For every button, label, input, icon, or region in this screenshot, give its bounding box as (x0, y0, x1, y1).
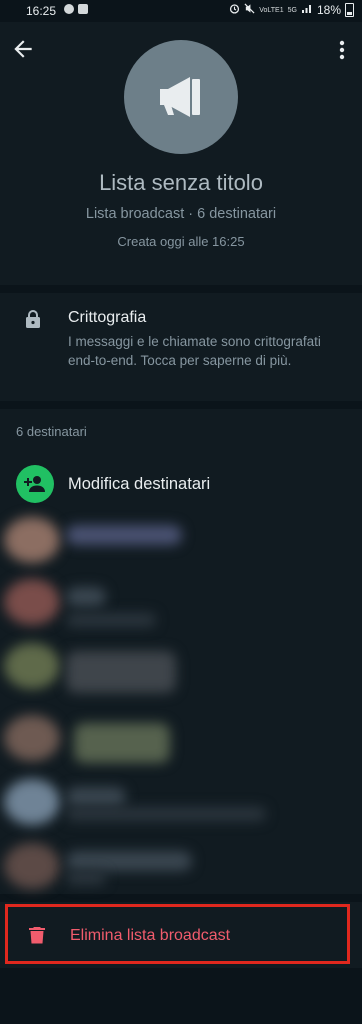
battery-percentage: 18% (316, 3, 341, 17)
more-vertical-icon (339, 40, 345, 60)
contact-name-blurred (74, 723, 170, 763)
contact-avatar (4, 843, 60, 889)
system-icons: VoLTE1 5G 18% (229, 3, 354, 17)
recipients-count: 6 destinatari (16, 424, 87, 439)
recipients-section: 6 destinatari Modifica destinatari (0, 409, 362, 894)
contact-name-blurred (66, 651, 176, 693)
battery-icon (345, 3, 354, 17)
contact-status-blurred (66, 807, 266, 821)
trash-icon (29, 926, 45, 944)
contact-avatar (4, 715, 60, 761)
contact-avatar (4, 643, 60, 689)
broadcast-title[interactable]: Lista senza titolo (0, 170, 362, 196)
arrow-left-icon (14, 40, 32, 58)
mute-icon (244, 3, 255, 17)
megaphone-icon (160, 77, 200, 117)
contact-row[interactable] (0, 837, 362, 893)
more-options-button[interactable] (334, 38, 350, 62)
encryption-title: Crittografia (68, 309, 147, 326)
contact-avatar (4, 579, 60, 625)
contact-status-blurred (66, 871, 106, 885)
created-date: Creata oggi alle 16:25 (117, 234, 245, 249)
edit-recipients-button[interactable]: Modifica destinatari (0, 461, 362, 507)
notification-icons (64, 4, 88, 14)
broadcast-header: Lista senza titolo Lista broadcast · 6 d… (0, 22, 362, 285)
signal-icon (301, 3, 313, 17)
contact-row[interactable] (0, 511, 362, 567)
network-label: VoLTE1 (259, 6, 284, 14)
spotify-icon (64, 4, 74, 14)
contact-row[interactable] (0, 637, 362, 693)
delete-broadcast-button[interactable]: Elimina lista broadcast (5, 904, 350, 964)
broadcast-avatar[interactable] (124, 40, 238, 154)
alarm-icon (229, 3, 240, 17)
back-button[interactable] (10, 36, 36, 62)
delete-broadcast-label: Elimina lista broadcast (70, 927, 231, 944)
contact-row[interactable] (0, 709, 362, 765)
contact-name-blurred (66, 851, 192, 871)
gmail-icon (78, 4, 88, 14)
contact-row[interactable] (0, 573, 362, 629)
add-person-icon (16, 465, 54, 503)
status-bar: 16:25 VoLTE1 5G 18% (0, 0, 362, 22)
contact-name-blurred (66, 525, 182, 545)
delete-section: Elimina lista broadcast (0, 902, 362, 968)
edit-recipients-label: Modifica destinatari (68, 475, 211, 493)
contact-avatar (4, 517, 60, 563)
contact-row[interactable] (0, 773, 362, 829)
contact-name-blurred (66, 787, 126, 807)
lock-icon (24, 309, 42, 329)
broadcast-subtitle: Lista broadcast · 6 destinatari (85, 206, 277, 222)
contact-status-blurred (66, 613, 156, 627)
network-type: 5G (287, 6, 297, 14)
encryption-description: I messaggi e le chiamate sono crittograf… (68, 334, 321, 368)
contact-avatar (4, 779, 60, 825)
encryption-row[interactable]: Crittografia I messaggi e le chiamate so… (0, 293, 362, 401)
status-time: 16:25 (26, 4, 57, 18)
contact-name-blurred (66, 587, 106, 607)
